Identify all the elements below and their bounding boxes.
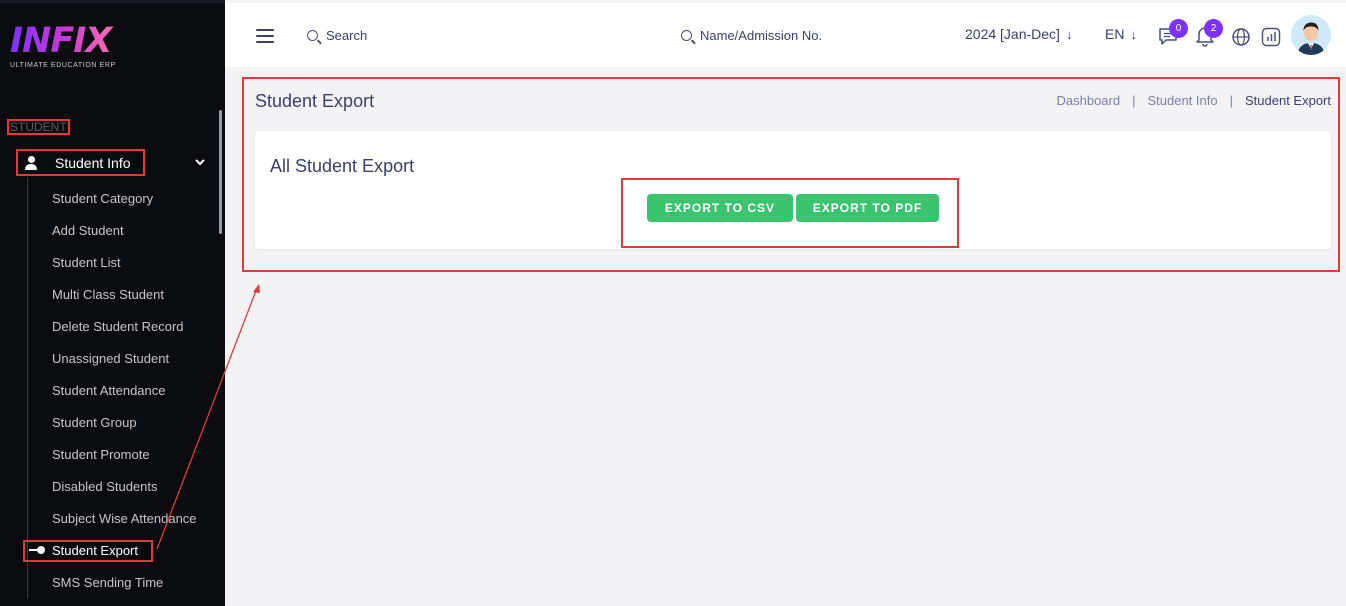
logo[interactable]: INFIX ULTIMATE EDUCATION ERP [10,22,116,69]
language-value: EN [1105,26,1125,42]
export-csv-button[interactable]: EXPORT TO CSV [647,194,793,222]
chevron-down-icon[interactable] [195,155,205,169]
search-icon [681,30,692,41]
sidebar-item-sms-sending-time[interactable]: SMS Sending Time [52,574,197,606]
sidebar-item-add-student[interactable]: Add Student [52,222,197,254]
sidebar-group-student-info[interactable]: Student Info [16,149,145,176]
sidebar-item-student-group[interactable]: Student Group [52,414,197,446]
breadcrumb-dashboard[interactable]: Dashboard [1056,93,1120,108]
breadcrumb-student-info[interactable]: Student Info [1147,93,1217,108]
sidebar-item-disabled-students[interactable]: Disabled Students [52,478,197,510]
arrow-down-icon: ↓ [1130,27,1137,42]
sidebar-top-border [0,0,225,3]
language-select[interactable]: EN ↓ [1105,26,1137,42]
top-header: Search Name/Admission No. 2024 [Jan-Dec]… [225,3,1346,67]
sidebar-item-student-list[interactable]: Student List [52,254,197,286]
globe-icon[interactable] [1231,27,1251,51]
breadcrumb-current: Student Export [1245,93,1331,108]
academic-year-value: 2024 [Jan-Dec] [965,26,1060,42]
export-pdf-button[interactable]: EXPORT TO PDF [796,194,939,222]
breadcrumb-separator: | [1132,93,1136,108]
active-indicator-icon [29,546,45,554]
card-title: All Student Export [270,156,415,176]
logo-subtitle: ULTIMATE EDUCATION ERP [10,62,116,69]
sidebar-item-student-promote[interactable]: Student Promote [52,446,197,478]
breadcrumb: Dashboard | Student Info | Student Expor… [1056,93,1331,108]
sidebar-item-multi-class-student[interactable]: Multi Class Student [52,286,197,318]
sidebar-group-label: Student Info [55,154,131,171]
search-icon [307,30,318,41]
hamburger-menu-icon[interactable] [256,29,274,47]
academic-year-select[interactable]: 2024 [Jan-Dec] ↓ [965,26,1072,42]
student-search-label: Name/Admission No. [700,28,823,43]
breadcrumb-separator: | [1229,93,1233,108]
sidebar-item-unassigned-student[interactable]: Unassigned Student [52,350,197,382]
notifications-count-badge: 2 [1204,19,1223,38]
logo-text: INFIX [10,22,116,60]
sidebar-scrollbar[interactable] [219,110,222,234]
global-search[interactable]: Search [307,28,367,43]
section-label-student: STUDENT [7,119,70,135]
search-label: Search [326,28,368,43]
messages-count-badge: 0 [1169,19,1188,38]
sidebar-item-delete-student-record[interactable]: Delete Student Record [52,318,197,350]
menu-tree-line [27,178,28,598]
analytics-icon[interactable] [1261,27,1281,51]
student-search[interactable]: Name/Admission No. [681,28,822,43]
user-icon [24,155,38,170]
sidebar-item-student-attendance[interactable]: Student Attendance [52,382,197,414]
sidebar-item-student-category[interactable]: Student Category [52,190,197,222]
arrow-down-icon: ↓ [1065,27,1073,42]
sidebar-item-subject-wise-attendance[interactable]: Subject Wise Attendance [52,510,197,542]
sidebar: INFIX ULTIMATE EDUCATION ERP STUDENT Stu… [0,0,225,606]
user-avatar[interactable] [1291,15,1331,55]
page-title: Student Export [255,91,375,111]
